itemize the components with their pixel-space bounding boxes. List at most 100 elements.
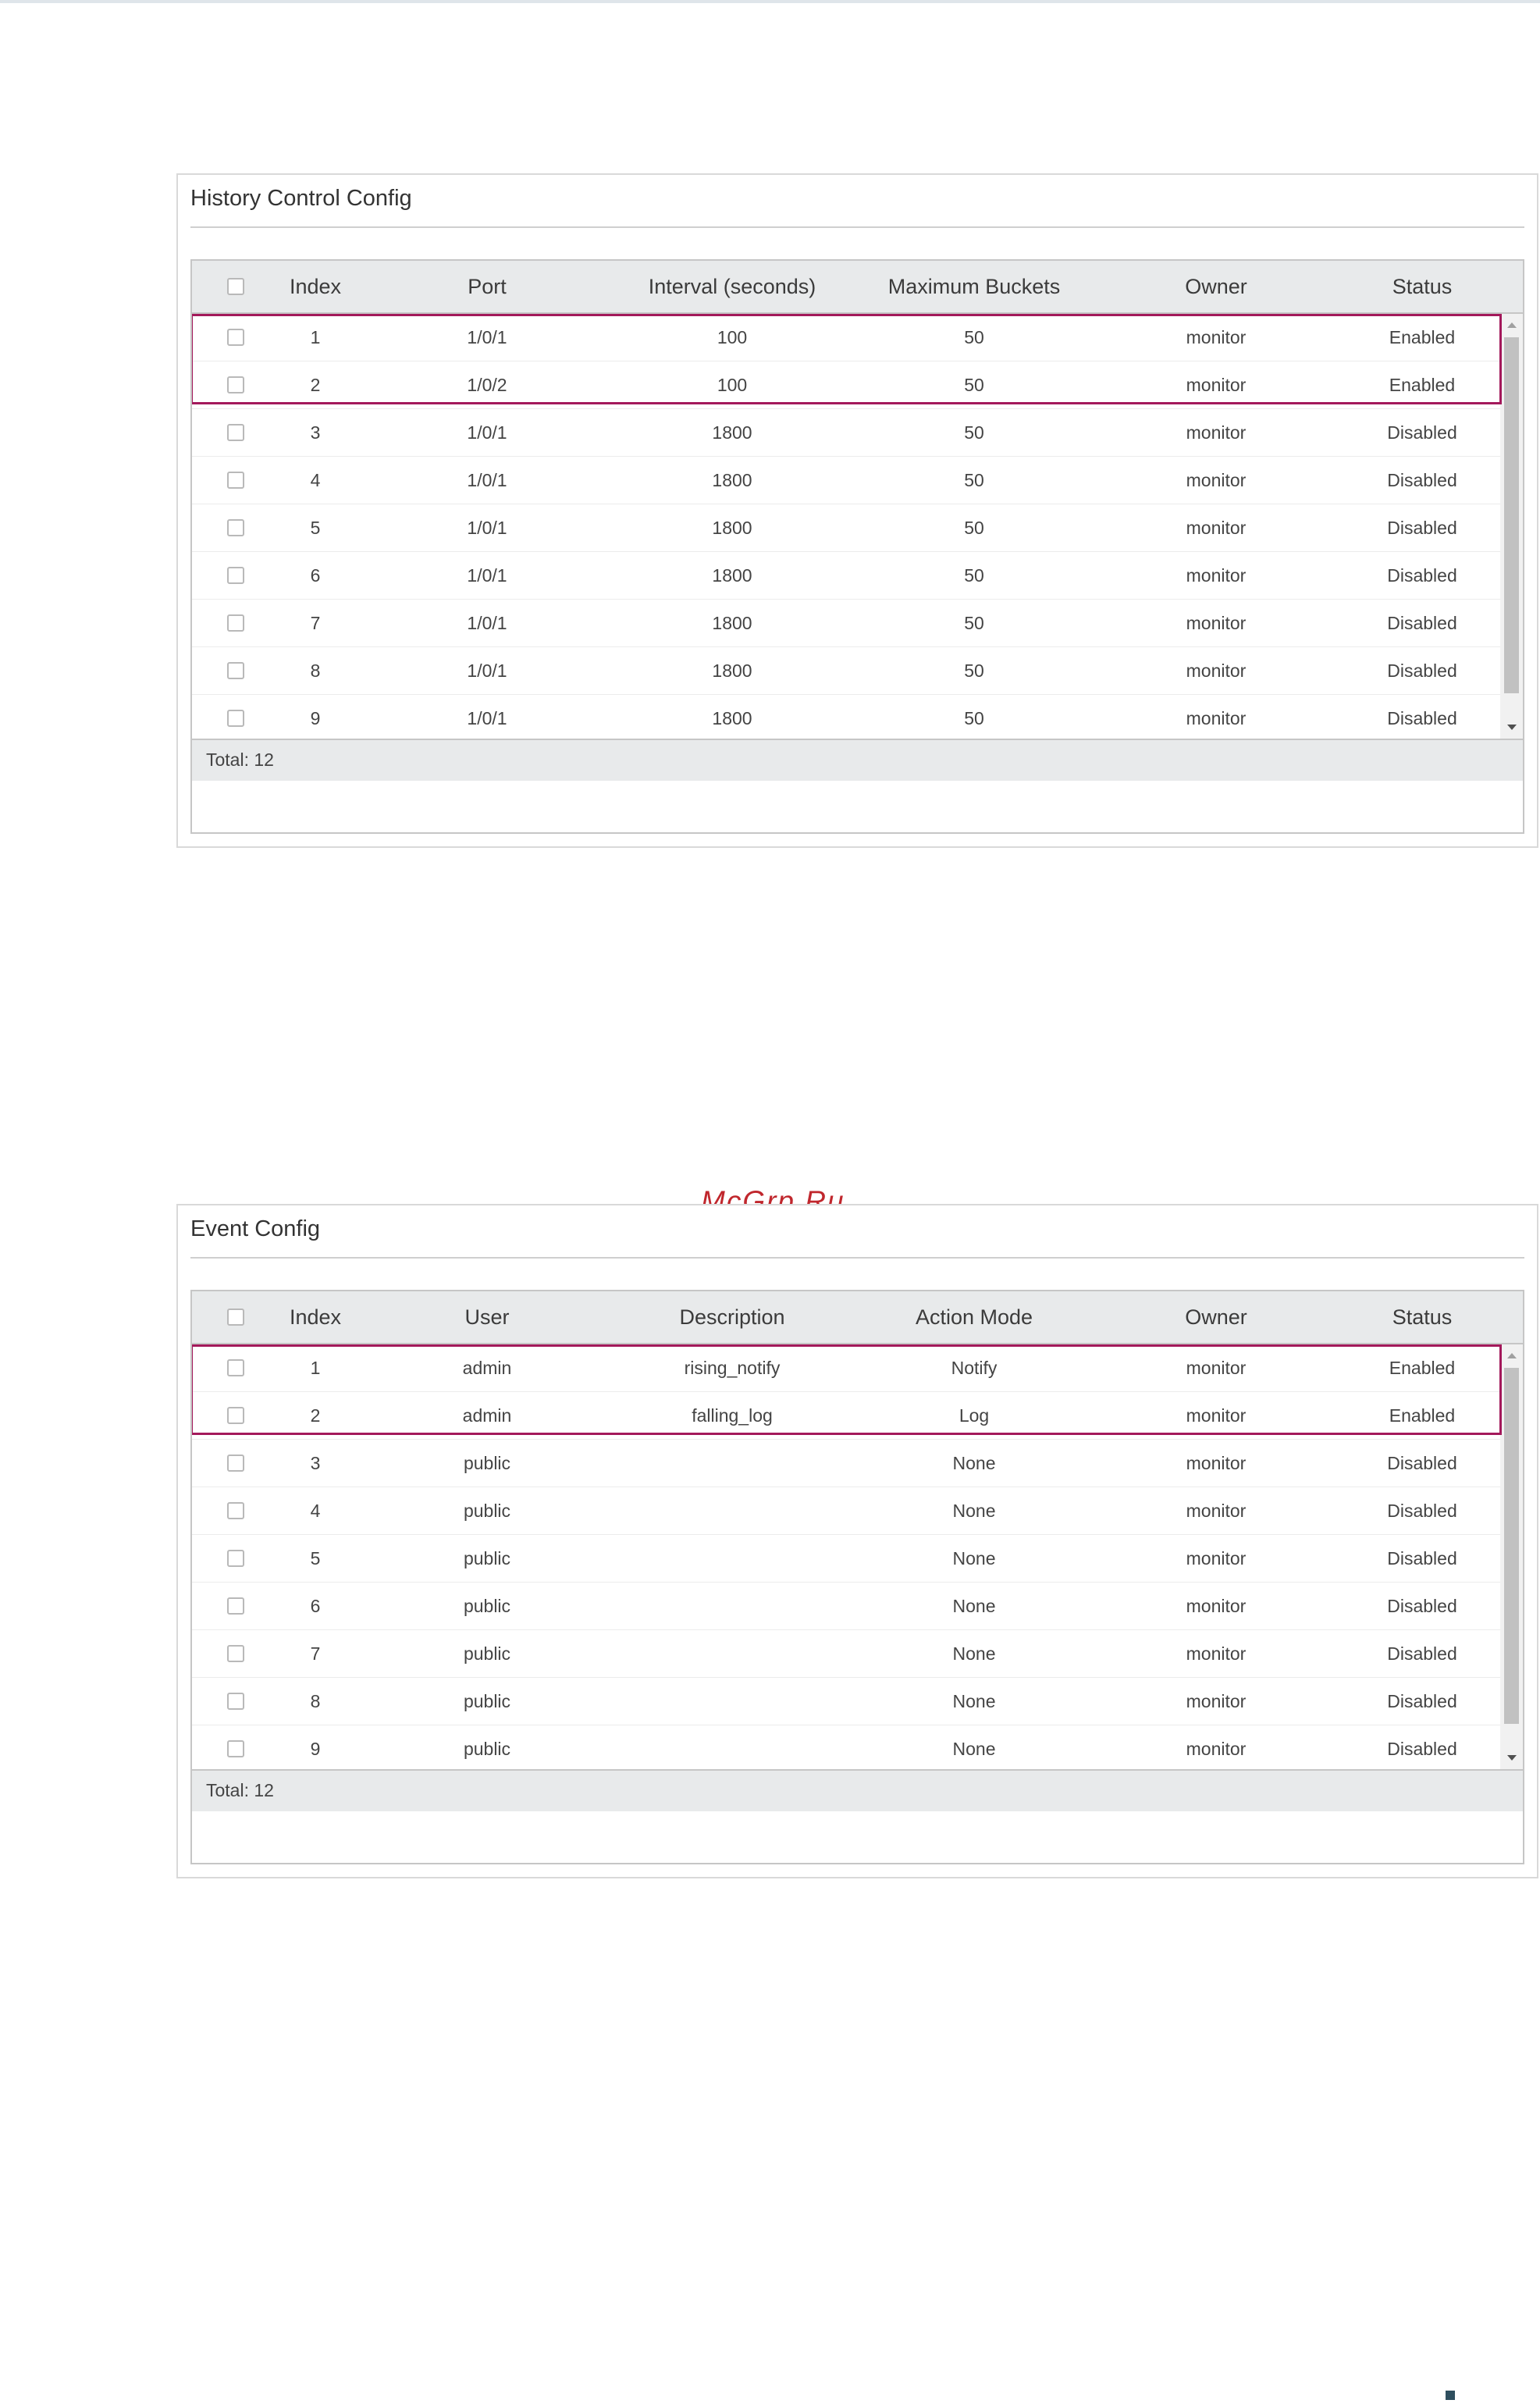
row-checkbox[interactable] bbox=[227, 376, 244, 393]
cell-index: 7 bbox=[310, 613, 321, 633]
cell-owner: monitor bbox=[1186, 565, 1247, 586]
table-row[interactable]: 4 1/0/1 1800 50 monitor Disabled bbox=[192, 457, 1500, 504]
cell-col2: public bbox=[463, 1596, 511, 1616]
cell-col2: 1/0/2 bbox=[467, 375, 507, 395]
cell-col4: None bbox=[952, 1739, 996, 1759]
cell-index: 4 bbox=[310, 470, 321, 490]
row-checkbox[interactable] bbox=[227, 567, 244, 584]
row-checkbox[interactable] bbox=[227, 1502, 244, 1519]
cell-status: Disabled bbox=[1387, 470, 1457, 490]
cell-status: Enabled bbox=[1389, 375, 1456, 395]
cell-owner: monitor bbox=[1186, 327, 1247, 347]
cell-col3: 1800 bbox=[712, 708, 752, 728]
cell-owner: monitor bbox=[1186, 1501, 1247, 1521]
cell-status: Disabled bbox=[1387, 1643, 1457, 1664]
cell-index: 8 bbox=[310, 661, 321, 681]
column-header-port[interactable]: Port bbox=[468, 261, 507, 312]
cell-index: 1 bbox=[310, 1358, 321, 1378]
cell-index: 7 bbox=[310, 1643, 321, 1664]
cell-index: 2 bbox=[310, 1405, 321, 1426]
row-checkbox[interactable] bbox=[227, 710, 244, 727]
row-checkbox[interactable] bbox=[227, 1359, 244, 1376]
column-header-status[interactable]: Status bbox=[1392, 261, 1453, 312]
table-row[interactable]: 3 1/0/1 1800 50 monitor Disabled bbox=[192, 409, 1500, 457]
table-row[interactable]: 5 1/0/1 1800 50 monitor Disabled bbox=[192, 504, 1500, 552]
column-header-owner[interactable]: Owner bbox=[1185, 1291, 1247, 1343]
scrollbar-thumb[interactable] bbox=[1504, 337, 1519, 693]
table-row[interactable]: 6 public None monitor Disabled bbox=[192, 1583, 1500, 1630]
table-row[interactable]: 7 1/0/1 1800 50 monitor Disabled bbox=[192, 600, 1500, 647]
row-checkbox[interactable] bbox=[227, 662, 244, 679]
cell-status: Disabled bbox=[1387, 1453, 1457, 1473]
column-header-index[interactable]: Index bbox=[290, 261, 341, 312]
cell-col2: 1/0/1 bbox=[467, 327, 507, 347]
scroll-up-arrow-icon[interactable] bbox=[1500, 314, 1523, 336]
table-body: 1 admin rising_notify Notify monitor Enabled 2… bbox=[192, 1344, 1523, 1769]
row-checkbox[interactable] bbox=[227, 472, 244, 489]
row-checkbox[interactable] bbox=[227, 1740, 244, 1757]
panel-title: Event Config bbox=[190, 1216, 321, 1241]
row-checkbox[interactable] bbox=[227, 1693, 244, 1710]
column-header-action-mode[interactable]: Action Mode bbox=[916, 1291, 1033, 1343]
table-row[interactable]: 9 1/0/1 1800 50 monitor Disabled bbox=[192, 695, 1500, 739]
table-row[interactable]: 2 1/0/2 100 50 monitor Enabled bbox=[192, 361, 1500, 409]
title-divider bbox=[190, 226, 1524, 228]
vertical-scrollbar[interactable] bbox=[1500, 314, 1523, 739]
cell-index: 9 bbox=[310, 1739, 321, 1759]
column-header-maximum-buckets[interactable]: Maximum Buckets bbox=[888, 261, 1061, 312]
cell-owner: monitor bbox=[1186, 708, 1247, 728]
table-row[interactable]: 7 public None monitor Disabled bbox=[192, 1630, 1500, 1678]
cell-col4: Notify bbox=[951, 1358, 998, 1378]
table-row[interactable]: 1 admin rising_notify Notify monitor Enabled bbox=[192, 1344, 1500, 1392]
scroll-down-arrow-icon[interactable] bbox=[1500, 717, 1523, 739]
row-checkbox[interactable] bbox=[227, 1645, 244, 1662]
table-row[interactable]: 2 admin falling_log Log monitor Enabled bbox=[192, 1392, 1500, 1440]
table-row[interactable]: 5 public None monitor Disabled bbox=[192, 1535, 1500, 1583]
table-row[interactable]: 4 public None monitor Disabled bbox=[192, 1487, 1500, 1535]
row-checkbox[interactable] bbox=[227, 1550, 244, 1567]
cell-col4: None bbox=[952, 1596, 996, 1616]
scroll-up-arrow-icon[interactable] bbox=[1500, 1344, 1523, 1366]
cell-index: 6 bbox=[310, 1596, 321, 1616]
cell-owner: monitor bbox=[1186, 1548, 1247, 1568]
event-config-panel: Event Config Index User Description Acti… bbox=[176, 1204, 1538, 1878]
cell-status: Disabled bbox=[1387, 422, 1457, 443]
row-checkbox[interactable] bbox=[227, 614, 244, 632]
cell-col2: public bbox=[463, 1739, 511, 1759]
column-header-index[interactable]: Index bbox=[290, 1291, 341, 1343]
cell-status: Disabled bbox=[1387, 1691, 1457, 1711]
scroll-down-arrow-icon[interactable] bbox=[1500, 1747, 1523, 1769]
row-checkbox[interactable] bbox=[227, 329, 244, 346]
cell-col3: 1800 bbox=[712, 518, 752, 538]
cell-owner: monitor bbox=[1186, 422, 1247, 443]
cell-col4: None bbox=[952, 1501, 996, 1521]
total-count: Total: 12 bbox=[206, 1780, 274, 1800]
scrollbar-thumb[interactable] bbox=[1504, 1368, 1519, 1724]
row-checkbox[interactable] bbox=[227, 424, 244, 441]
select-all-checkbox[interactable] bbox=[227, 278, 244, 295]
table-footer: Total: 12 bbox=[192, 739, 1523, 832]
column-header-status[interactable]: Status bbox=[1392, 1291, 1453, 1343]
row-checkbox[interactable] bbox=[227, 519, 244, 536]
vertical-scrollbar[interactable] bbox=[1500, 1344, 1523, 1769]
table-row[interactable]: 9 public None monitor Disabled bbox=[192, 1725, 1500, 1769]
cell-col3: falling_log bbox=[692, 1405, 773, 1426]
table-row[interactable]: 1 1/0/1 100 50 monitor Enabled bbox=[192, 314, 1500, 361]
row-checkbox[interactable] bbox=[227, 1407, 244, 1424]
row-checkbox[interactable] bbox=[227, 1455, 244, 1472]
history-table: Index Port Interval (seconds) Maximum Bu… bbox=[190, 259, 1524, 834]
table-row[interactable]: 8 public None monitor Disabled bbox=[192, 1678, 1500, 1725]
column-header-owner[interactable]: Owner bbox=[1185, 261, 1247, 312]
cell-index: 9 bbox=[310, 708, 321, 728]
table-row[interactable]: 3 public None monitor Disabled bbox=[192, 1440, 1500, 1487]
row-checkbox[interactable] bbox=[227, 1597, 244, 1615]
cell-status: Enabled bbox=[1389, 1358, 1456, 1378]
cell-index: 5 bbox=[310, 518, 321, 538]
table-row[interactable]: 8 1/0/1 1800 50 monitor Disabled bbox=[192, 647, 1500, 695]
table-row[interactable]: 6 1/0/1 1800 50 monitor Disabled bbox=[192, 552, 1500, 600]
column-header-user[interactable]: User bbox=[464, 1291, 509, 1343]
table-footer-bar bbox=[192, 1769, 1523, 1811]
select-all-checkbox[interactable] bbox=[227, 1309, 244, 1326]
column-header-description[interactable]: Description bbox=[679, 1291, 784, 1343]
column-header-interval[interactable]: Interval (seconds) bbox=[649, 261, 816, 312]
